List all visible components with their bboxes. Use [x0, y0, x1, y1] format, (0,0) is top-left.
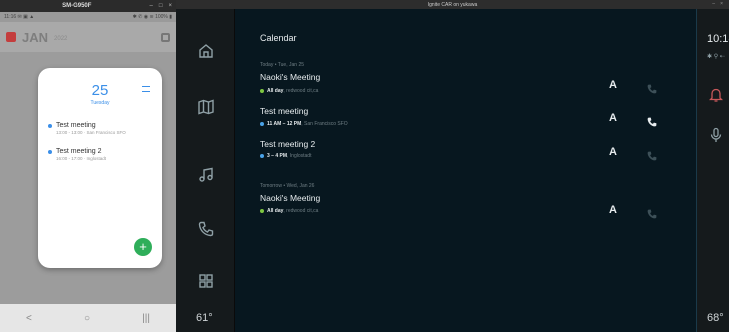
event-dot-icon — [48, 123, 52, 128]
weekday-label: Tuesday — [90, 100, 110, 106]
list-item[interactable]: Test meeting 2 16:00 - 17:00 · Inglostad… — [48, 148, 158, 161]
call-button[interactable] — [647, 206, 657, 224]
home-icon[interactable] — [196, 41, 216, 61]
car-window: Ignite CAR on yukawa – × 61° Calendar To… — [176, 0, 729, 332]
android-nav-bar: < ○ ||| — [0, 304, 176, 332]
list-view-icon[interactable] — [142, 86, 150, 92]
navigate-button[interactable]: A — [609, 146, 617, 158]
day-header-today: Today • Tue, Jan 25 — [260, 62, 305, 68]
event-info: 3 – 4 PM, Inglostadt — [260, 153, 311, 159]
all-day-dot-icon — [260, 209, 264, 213]
event-place: , Inglostadt — [287, 153, 312, 159]
event-place: , San Francisco SFO — [301, 121, 348, 127]
desktop: SM-G950F – □ × 11:16 ✉ ▣ ▲ ✱ ✆ ◉ ≋ 100% … — [0, 0, 729, 332]
clock: 10:18 — [707, 33, 729, 45]
event-title[interactable]: Test meeting 2 — [260, 139, 315, 149]
passenger-temperature[interactable]: 68° — [707, 312, 724, 324]
maximize-button[interactable]: □ — [159, 3, 163, 9]
event-title[interactable]: Test meeting — [260, 106, 308, 116]
calendar-panel: Calendar Today • Tue, Jan 25 Naoki's Mee… — [235, 9, 697, 332]
minimize-button[interactable]: – — [150, 3, 153, 9]
phone-title-bar: SM-G950F – □ × — [0, 0, 176, 12]
event-name: Test meeting 2 — [56, 148, 102, 155]
car-close-button[interactable]: × — [720, 1, 723, 7]
app-grid-icon[interactable] — [196, 271, 216, 291]
event-detail: 13:00 - 13:00 · San Francisco SFO — [56, 130, 126, 135]
event-dot-icon — [260, 154, 264, 158]
navigate-button[interactable]: A — [609, 204, 617, 216]
driver-temperature[interactable]: 61° — [196, 312, 213, 324]
navigate-button[interactable]: A — [609, 112, 617, 124]
event-info: All day, redwood cit,ca — [260, 88, 318, 94]
status-left: 11:16 ✉ ▣ ▲ — [4, 14, 35, 20]
calendar-app-icon[interactable] — [6, 32, 16, 42]
event-detail: 16:00 - 17:00 · Inglostadt — [56, 156, 107, 161]
back-button[interactable]: < — [26, 313, 32, 324]
event-time: 11 AM – 12 PM — [267, 121, 302, 127]
month-label[interactable]: JAN — [22, 30, 48, 45]
event-place: , redwood cit,ca — [283, 208, 319, 214]
page-title: Calendar — [260, 33, 297, 43]
close-button[interactable]: × — [168, 3, 172, 9]
left-nav-rail: 61° — [176, 9, 235, 332]
microphone-icon[interactable] — [709, 127, 723, 148]
event-name: Test meeting — [56, 122, 96, 129]
call-button[interactable] — [647, 148, 657, 166]
car-minimize-button[interactable]: – — [712, 1, 715, 7]
year-label: 2022 — [54, 36, 68, 42]
status-right: ✱ ✆ ◉ ≋ 100% ▮ — [132, 14, 172, 20]
event-time: All day — [267, 208, 284, 214]
phone-window-title: SM-G950F — [62, 3, 92, 9]
event-title[interactable]: Naoki's Meeting — [260, 72, 320, 82]
event-info: 11 AM – 12 PM, San Francisco SFO — [260, 121, 348, 127]
notification-bell-icon[interactable] — [708, 87, 724, 108]
day-header-tomorrow: Tomorrow • Wed, Jan 26 — [260, 183, 315, 189]
recents-button[interactable]: ||| — [142, 313, 150, 324]
navigate-button[interactable]: A — [609, 79, 617, 91]
map-icon[interactable] — [196, 97, 216, 117]
event-info: All day, redwood cit,ca — [260, 208, 318, 214]
right-status-rail: 10:18 ✱ ⚲ ⇠ 68° — [697, 9, 729, 332]
calendar-header: JAN 2022 — [0, 22, 176, 52]
event-time: 3 – 4 PM — [267, 153, 288, 159]
event-place: , redwood cit,ca — [283, 88, 319, 94]
add-event-button[interactable]: + — [134, 238, 152, 256]
event-title[interactable]: Naoki's Meeting — [260, 193, 320, 203]
phone-window: SM-G950F – □ × 11:16 ✉ ▣ ▲ ✱ ✆ ◉ ≋ 100% … — [0, 0, 176, 332]
all-day-dot-icon — [260, 89, 264, 93]
event-dot-icon — [260, 122, 264, 126]
phone-status-bar: 11:16 ✉ ▣ ▲ ✱ ✆ ◉ ≋ 100% ▮ — [0, 12, 176, 22]
music-icon[interactable] — [196, 165, 216, 185]
home-button[interactable]: ○ — [84, 313, 90, 324]
phone-icon[interactable] — [196, 219, 216, 239]
list-item[interactable]: Test meeting 13:00 - 13:00 · San Francis… — [48, 122, 158, 135]
event-time: All day — [267, 88, 284, 94]
call-button[interactable] — [647, 81, 657, 99]
calendar-view-icon[interactable] — [161, 32, 170, 42]
car-window-title: Ignite CAR on yukawa — [427, 1, 478, 8]
status-icons: ✱ ⚲ ⇠ — [707, 54, 725, 60]
call-button[interactable] — [647, 114, 657, 132]
car-title-bar: Ignite CAR on yukawa – × — [176, 0, 729, 9]
event-dot-icon — [48, 149, 52, 154]
